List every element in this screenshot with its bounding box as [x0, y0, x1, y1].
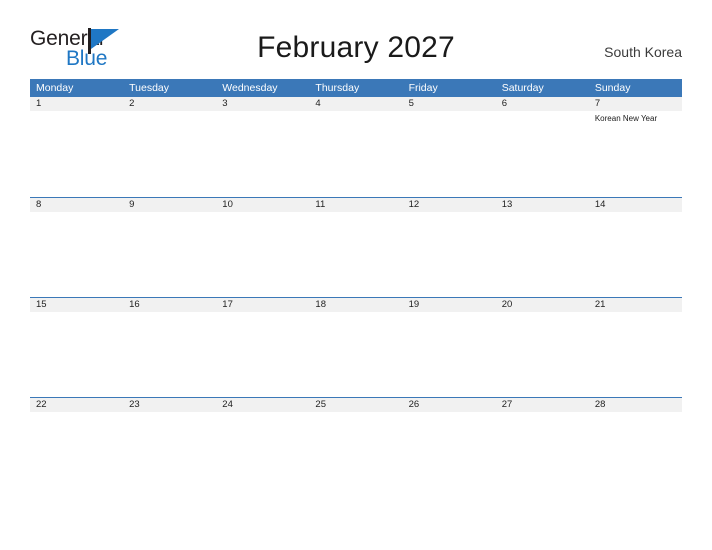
calendar-week-row: 8 9 10 11 12 13 14	[30, 197, 682, 297]
day-number: 26	[408, 399, 420, 410]
day-number: 17	[222, 299, 233, 310]
day-number: 12	[408, 199, 420, 210]
day-number: 6	[501, 98, 507, 109]
day-cell[interactable]: 16	[123, 298, 216, 397]
day-number: 3	[222, 98, 228, 109]
weekday-header-thursday: Thursday	[315, 82, 360, 94]
day-number: 25	[315, 399, 326, 410]
day-cell[interactable]: 11	[309, 198, 402, 297]
day-number: 24	[222, 399, 233, 410]
day-cell[interactable]: 27	[496, 398, 589, 497]
week-day-cells: 8 9 10 11 12 13 14	[30, 198, 682, 297]
calendar-weeks: 1 2 3 4 5 6 7 Korean New Year 8 9 10 11 12 13 14 15 16 17…	[30, 97, 682, 497]
day-cell[interactable]: 20	[496, 298, 589, 397]
day-cell[interactable]: 2	[123, 97, 216, 197]
country-label: South Korea	[604, 44, 682, 60]
day-number: 23	[129, 399, 140, 410]
day-number: 1	[36, 98, 42, 109]
day-number: 13	[501, 199, 513, 210]
day-number: 9	[129, 199, 135, 210]
day-cell[interactable]: 4	[309, 97, 402, 197]
day-number: 21	[594, 299, 606, 310]
day-cell[interactable]: 19	[403, 298, 496, 397]
page-title: February 2027	[257, 31, 455, 64]
week-day-cells: 15 16 17 18 19 20 21	[30, 298, 682, 397]
day-cell[interactable]: 21	[589, 298, 682, 397]
day-cell[interactable]: 18	[309, 298, 402, 397]
week-day-cells: 22 23 24 25 26 27 28	[30, 398, 682, 497]
day-cell[interactable]: 7 Korean New Year	[589, 97, 682, 197]
weekday-header-wednesday: Wednesday	[222, 82, 278, 94]
day-number: 7	[594, 98, 601, 109]
day-cell[interactable]: 24	[216, 398, 309, 497]
day-number: 10	[222, 199, 233, 210]
week-day-cells: 1 2 3 4 5 6 7 Korean New Year	[30, 97, 682, 197]
calendar-week-row: 22 23 24 25 26 27 28	[30, 397, 682, 497]
day-cell[interactable]: 25	[309, 398, 402, 497]
day-number: 16	[129, 299, 140, 310]
day-cell[interactable]: 5	[403, 97, 496, 197]
weekday-header-row: Monday Tuesday Wednesday Thursday Friday…	[30, 79, 682, 97]
day-cell[interactable]: 10	[216, 198, 309, 297]
calendar-grid: Monday Tuesday Wednesday Thursday Friday…	[30, 79, 682, 497]
weekday-header-sunday: Sunday	[594, 82, 631, 94]
day-number: 2	[129, 98, 135, 109]
day-events: Korean New Year	[595, 113, 682, 124]
day-cell[interactable]: 6	[496, 97, 589, 197]
day-number: 8	[36, 199, 42, 210]
holiday-label: Korean New Year	[594, 114, 658, 123]
day-cell[interactable]: 28	[589, 398, 682, 497]
day-number: 19	[408, 299, 420, 310]
page-header: General Blue February 2027 South Korea	[30, 26, 682, 74]
day-cell[interactable]: 23	[123, 398, 216, 497]
day-number: 20	[501, 299, 513, 310]
day-number: 22	[36, 399, 47, 410]
day-number: 28	[594, 399, 606, 410]
day-number: 27	[501, 399, 513, 410]
day-cell[interactable]: 12	[403, 198, 496, 297]
day-cell[interactable]: 22	[30, 398, 123, 497]
weekday-header-saturday: Saturday	[501, 82, 544, 94]
calendar-week-row: 15 16 17 18 19 20 21	[30, 297, 682, 397]
day-cell[interactable]: 13	[496, 198, 589, 297]
day-cell[interactable]: 9	[123, 198, 216, 297]
weekday-header-tuesday: Tuesday	[129, 82, 170, 94]
day-cell[interactable]: 14	[589, 198, 682, 297]
day-cell[interactable]: 8	[30, 198, 123, 297]
day-cell[interactable]: 17	[216, 298, 309, 397]
day-number: 18	[315, 299, 326, 310]
weekday-header-friday: Friday	[408, 82, 438, 94]
day-number: 5	[408, 98, 414, 109]
day-cell[interactable]: 15	[30, 298, 123, 397]
day-number: 11	[315, 199, 326, 210]
calendar-week-row: 1 2 3 4 5 6 7 Korean New Year	[30, 97, 682, 197]
weekday-header-monday: Monday	[36, 82, 74, 94]
day-number: 15	[36, 299, 47, 310]
day-cell[interactable]: 26	[403, 398, 496, 497]
day-cell[interactable]: 1	[30, 97, 123, 197]
calendar-page: General Blue February 2027 South Korea M…	[0, 0, 712, 550]
day-number: 4	[315, 98, 321, 109]
day-number: 14	[594, 199, 606, 210]
day-cell[interactable]: 3	[216, 97, 309, 197]
